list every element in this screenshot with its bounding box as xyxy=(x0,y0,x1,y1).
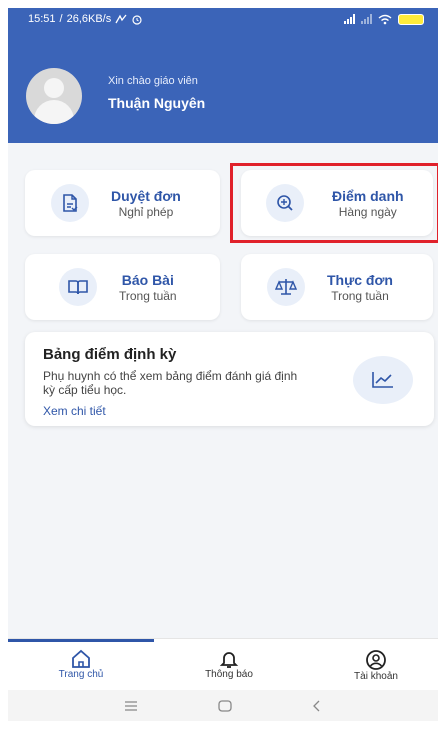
status-bar: 15:51 / 26,6KB/s xyxy=(8,8,438,30)
status-time: 15:51 xyxy=(28,13,56,25)
nav-home-label: Trang chủ xyxy=(58,669,104,680)
card-title: Thực đơn xyxy=(327,271,393,288)
avatar[interactable] xyxy=(26,68,82,124)
card-title: Duyệt đơn xyxy=(111,187,181,204)
alarm-icon xyxy=(132,15,142,25)
card-menu[interactable]: Thực đơn Trong tuần xyxy=(241,254,433,320)
signal-icon xyxy=(344,14,355,24)
report-card-title: Bảng điểm định kỳ xyxy=(43,346,177,363)
highlight-box xyxy=(230,163,438,243)
phone-screen: 15:51 / 26,6KB/s Xin chào giáo viên Thuậ… xyxy=(8,8,438,721)
nav-account-label: Tài khoản xyxy=(354,671,398,682)
document-check-icon xyxy=(51,184,89,222)
account-icon xyxy=(366,650,386,670)
nav-notifications[interactable]: Thông báo xyxy=(169,649,289,680)
report-card[interactable]: Bảng điểm định kỳ Phụ huynh có thể xem b… xyxy=(25,332,434,426)
header: 15:51 / 26,6KB/s Xin chào giáo viên Thuậ… xyxy=(8,8,438,143)
card-subtitle: Trong tuần xyxy=(119,288,177,303)
book-icon xyxy=(59,268,97,306)
card-subtitle: Nghỉ phép xyxy=(118,204,174,219)
chart-line-icon xyxy=(353,356,413,404)
signal-2-icon xyxy=(361,14,372,24)
card-subtitle: Trong tuần xyxy=(331,288,389,303)
status-speed: 26,6KB/s xyxy=(66,13,112,25)
card-title: Báo Bài xyxy=(121,271,174,288)
card-lesson-report[interactable]: Báo Bài Trong tuần xyxy=(25,254,220,320)
recent-apps-icon[interactable] xyxy=(124,700,138,711)
user-name: Thuận Nguyên xyxy=(108,95,206,111)
back-icon[interactable] xyxy=(312,700,322,712)
report-card-description: Phụ huynh có thể xem bảng điểm đánh giá … xyxy=(43,369,298,397)
greeting-text: Xin chào giáo viên xyxy=(108,75,198,87)
bell-icon xyxy=(219,652,239,668)
nav-home[interactable]: Trang chủ xyxy=(21,649,141,680)
nav-notifications-label: Thông báo xyxy=(205,669,253,680)
notification-icon xyxy=(115,14,127,23)
view-details-link[interactable]: Xem chi tiết xyxy=(43,404,106,418)
card-leave-approval[interactable]: Duyệt đơn Nghỉ phép xyxy=(25,170,220,236)
home-icon xyxy=(72,649,90,668)
scale-icon xyxy=(267,268,305,306)
bottom-nav: Trang chủ Thông báo Tài khoản xyxy=(8,638,438,690)
battery-icon xyxy=(398,13,424,25)
nav-account[interactable]: Tài khoản xyxy=(316,649,436,682)
nav-active-indicator xyxy=(8,639,154,642)
system-nav-bar xyxy=(8,690,438,721)
wifi-icon xyxy=(378,14,392,24)
home-button-icon[interactable] xyxy=(218,699,232,712)
